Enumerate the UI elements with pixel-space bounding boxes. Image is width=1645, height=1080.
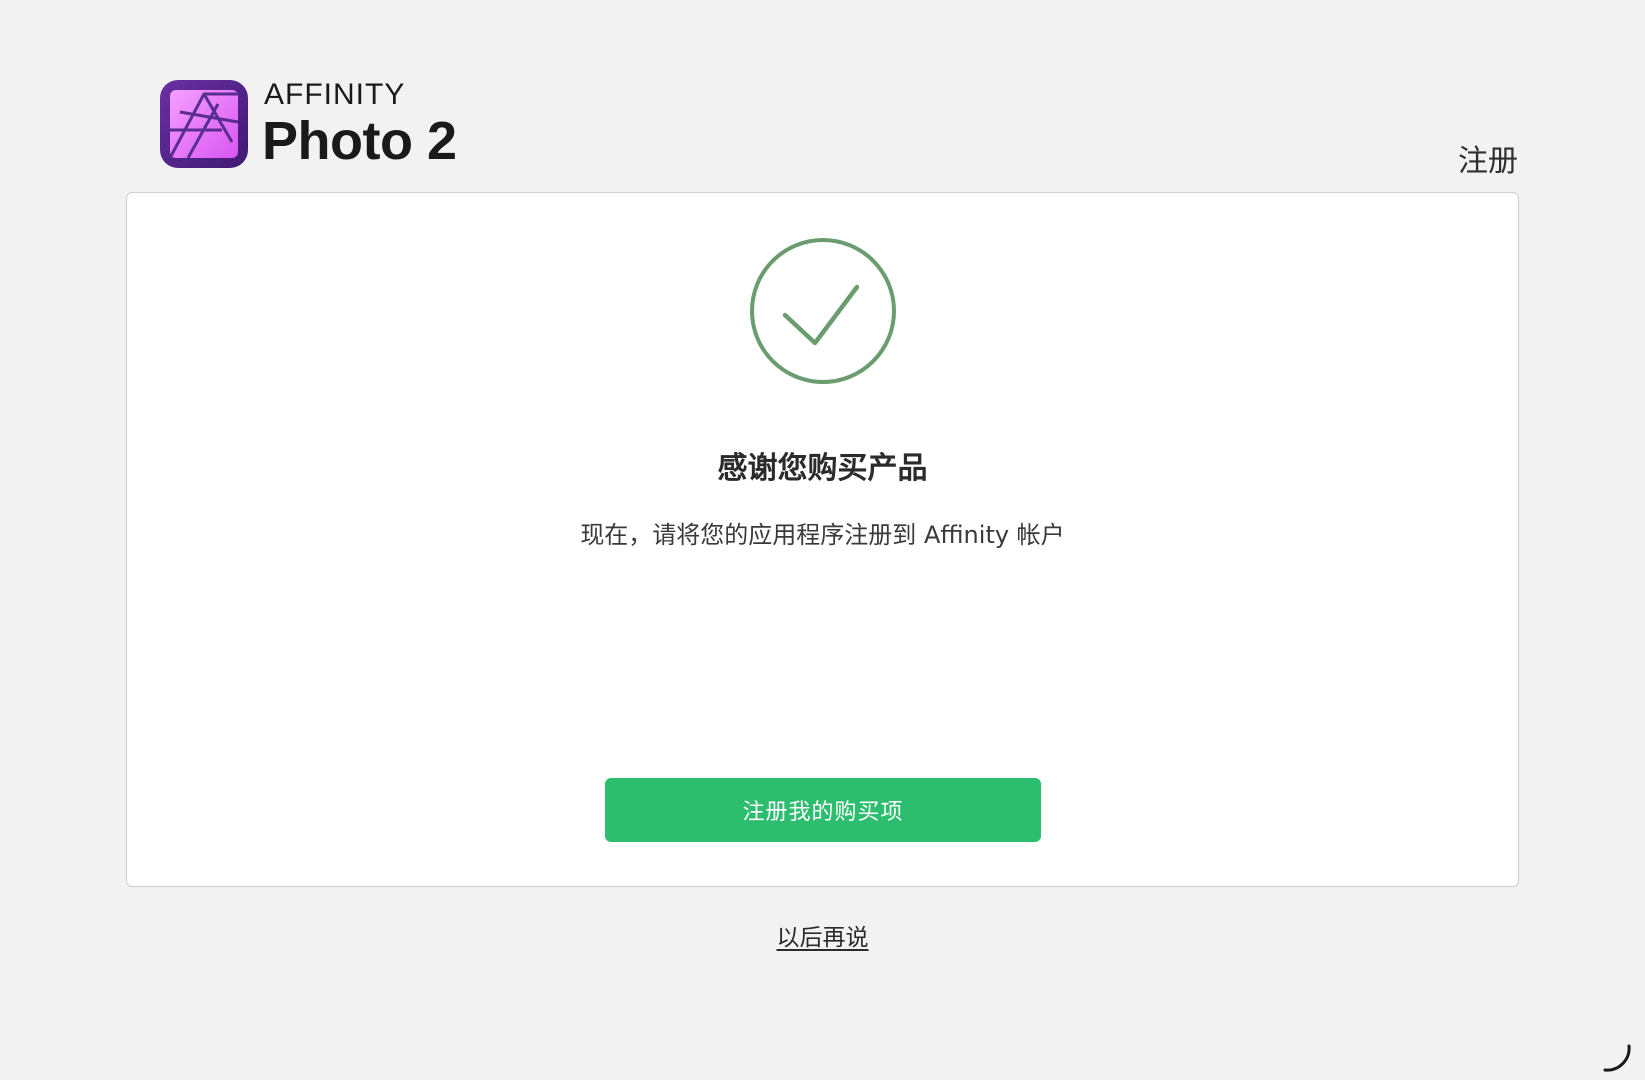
spinner-icon	[1603, 1044, 1631, 1072]
register-purchase-button[interactable]: 注册我的购买项	[605, 778, 1041, 842]
product-name: Photo 2	[262, 111, 457, 171]
thank-you-title: 感谢您购买产品	[717, 451, 928, 486]
register-instructions: 现在，请将您的应用程序注册到 Affinity 帐户	[580, 521, 1065, 549]
step-label: 注册	[1458, 144, 1518, 179]
checkmark-circle-icon	[750, 238, 896, 384]
brand-name: AFFINITY	[264, 78, 406, 111]
logo-wordmark: AFFINITY Photo 2	[262, 78, 457, 171]
app-logo: AFFINITY Photo 2	[160, 80, 457, 168]
later-link[interactable]: 以后再说	[0, 918, 1645, 952]
registration-card: 感谢您购买产品 现在，请将您的应用程序注册到 Affinity 帐户 注册我的购…	[126, 192, 1519, 887]
affinity-photo-app-icon	[160, 80, 248, 168]
registration-page: AFFINITY Photo 2 注册 感谢您购买产品 现在，请将您的应用程序注…	[0, 0, 1645, 1080]
